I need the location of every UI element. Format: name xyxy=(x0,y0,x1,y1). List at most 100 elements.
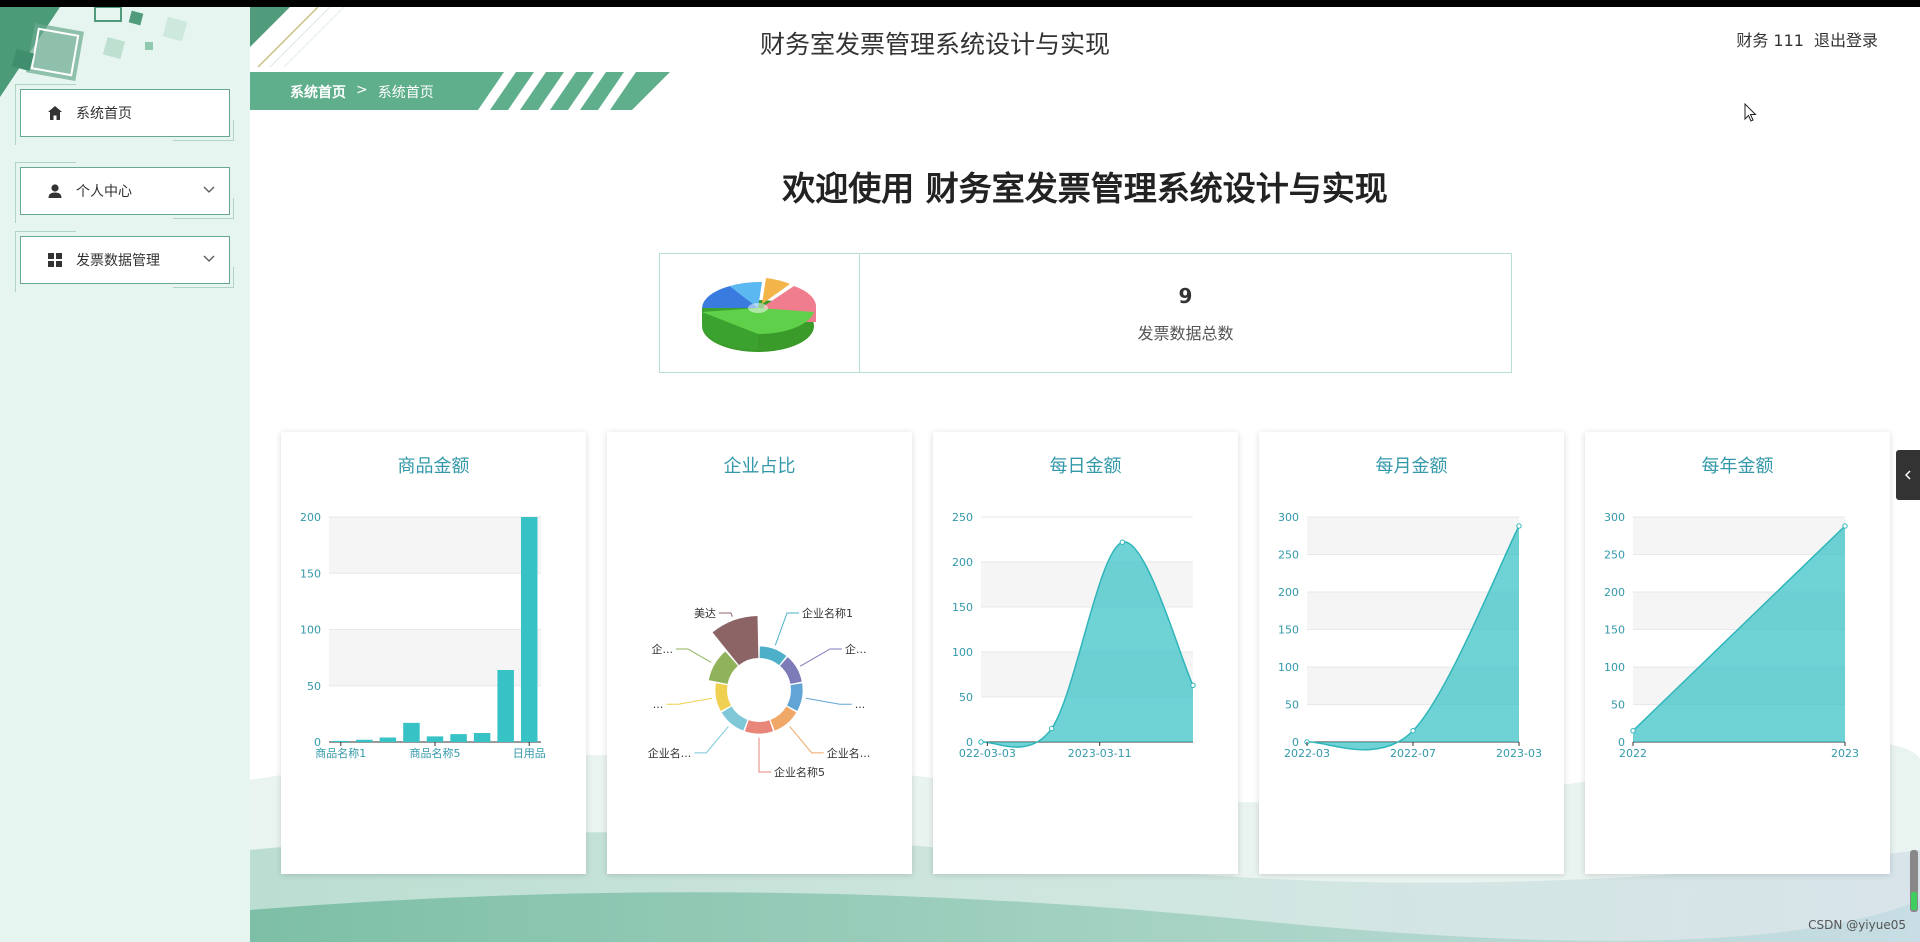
mouse-cursor-icon xyxy=(1744,103,1757,122)
rose-pie-chart: 企业名称1企......企业名...企业名称5企业名......企...美达 xyxy=(648,606,871,779)
app-title: 财务室发票管理系统设计与实现 xyxy=(759,30,1110,59)
label-line xyxy=(675,648,712,663)
sidebar: 系统首页 个人中心 发票数据管理 xyxy=(0,7,250,942)
scroll-indicator[interactable] xyxy=(1910,850,1918,912)
bar xyxy=(497,670,514,742)
breadcrumb-separator: > xyxy=(356,82,368,98)
header: 财务室发票管理系统设计与实现 财务 111 退出登录 xyxy=(250,7,1920,67)
data-point xyxy=(1048,725,1055,732)
bar xyxy=(450,734,467,742)
stat-value: 9 xyxy=(1178,284,1193,308)
y-tick-label: 300 xyxy=(1604,511,1625,524)
user-icon xyxy=(46,182,64,200)
data-point xyxy=(1119,539,1126,545)
x-tick-label: 022-03-03 xyxy=(959,747,1016,760)
label-line xyxy=(666,697,713,705)
bar xyxy=(426,736,444,742)
data-point xyxy=(1516,523,1522,529)
data-point xyxy=(1842,523,1848,529)
pie-chart-icon xyxy=(660,254,860,372)
bar xyxy=(403,722,420,742)
label-line xyxy=(805,697,852,705)
slice-label: 企业名... xyxy=(648,746,692,760)
bar xyxy=(520,517,538,742)
sidebar-item-label: 系统首页 xyxy=(76,106,132,122)
slice-label: 企... xyxy=(651,642,673,656)
y-tick-label: 150 xyxy=(300,567,321,580)
slice-label: 美达 xyxy=(694,607,716,620)
grid-band xyxy=(1633,517,1845,555)
logout-button[interactable]: 退出登录 xyxy=(1814,27,1878,51)
y-tick-label: 50 xyxy=(307,680,321,693)
slice-label: ... xyxy=(653,698,664,711)
rose-slice xyxy=(715,683,731,712)
y-tick-label: 250 xyxy=(1604,549,1625,562)
y-tick-label: 100 xyxy=(952,646,973,659)
x-tick-label: 日用品 xyxy=(513,747,546,760)
x-tick-label: 2022 xyxy=(1619,747,1647,760)
data-point xyxy=(978,739,984,745)
slice-label: 企业名称5 xyxy=(774,765,825,779)
y-tick-label: 150 xyxy=(1604,624,1625,637)
x-tick-label: 商品名称1 xyxy=(315,746,366,760)
slice-label: 企业名称1 xyxy=(802,606,853,620)
rose-slice xyxy=(770,706,797,731)
y-tick-label: 250 xyxy=(1278,549,1299,562)
rose-slice xyxy=(759,646,787,666)
breadcrumb-home[interactable]: 系统首页 xyxy=(290,82,346,102)
label-line xyxy=(774,612,800,646)
label-line xyxy=(758,737,771,773)
chevron-down-icon xyxy=(203,186,215,193)
x-tick-label: 商品名称5 xyxy=(410,746,461,760)
data-point xyxy=(1410,728,1416,734)
y-tick-label: 200 xyxy=(952,556,973,569)
label-line xyxy=(718,612,733,617)
y-tick-label: 100 xyxy=(1278,661,1299,674)
area-fill xyxy=(1307,526,1519,750)
sidebar-item-home[interactable]: 系统首页 xyxy=(15,84,234,145)
slice-label: 企... xyxy=(845,642,867,656)
sidebar-item-personal-center[interactable]: 个人中心 xyxy=(15,162,234,223)
x-tick-label: 2022-03 xyxy=(1284,747,1330,760)
slice-label: ... xyxy=(855,698,866,711)
y-tick-label: 150 xyxy=(952,601,973,614)
y-tick-label: 50 xyxy=(959,691,973,704)
rose-slice xyxy=(780,657,802,684)
sidebar-item-label: 个人中心 xyxy=(76,184,132,200)
y-tick-label: 300 xyxy=(1278,511,1299,524)
stat-label: 发票数据总数 xyxy=(1137,324,1234,343)
rose-slice xyxy=(744,720,774,734)
grid-icon xyxy=(46,251,64,269)
area-chart: 0501001502002503002022 2023 xyxy=(1604,511,1859,760)
breadcrumb: 系统首页 > 系统首页 xyxy=(250,72,670,110)
y-tick-label: 200 xyxy=(1604,586,1625,599)
home-icon xyxy=(46,104,64,122)
bar xyxy=(356,739,373,742)
chevron-down-icon xyxy=(203,255,215,262)
label-line xyxy=(694,726,729,754)
rose-slice xyxy=(721,706,748,731)
top-strip xyxy=(0,0,1920,7)
bar xyxy=(473,733,491,742)
x-tick-label: 2023 xyxy=(1831,747,1859,760)
bar xyxy=(332,740,350,742)
stat-card: 9 发票数据总数 xyxy=(659,253,1512,373)
area-fill xyxy=(1633,526,1845,742)
side-panel-toggle[interactable] xyxy=(1896,450,1920,500)
y-tick-label: 200 xyxy=(300,511,321,524)
sidebar-item-label: 发票数据管理 xyxy=(76,253,160,269)
y-tick-label: 150 xyxy=(1278,624,1299,637)
welcome-title: 欢迎使用 财务室发票管理系统设计与实现 xyxy=(782,169,1388,208)
data-point xyxy=(1190,682,1196,689)
rose-slice xyxy=(787,683,803,712)
sidebar-item-invoice-data[interactable]: 发票数据管理 xyxy=(15,231,234,292)
grid-band xyxy=(1307,517,1519,555)
username: 财务 111 xyxy=(1736,31,1804,50)
grid-band xyxy=(329,517,541,574)
bar xyxy=(379,737,397,742)
chart-card-product-amount: 商品金额 0 50 100 150 200 商品名称1 商品名称5 日用品 xyxy=(281,432,586,874)
slice-label: 企业名... xyxy=(827,746,871,760)
chart-card-monthly-amount: 每月金额 0 50 100 150 200 250 300 2022-03 2022-07 202… xyxy=(1259,432,1564,874)
y-tick-label: 50 xyxy=(1611,699,1625,712)
x-tick-label: 2022-07 xyxy=(1390,747,1436,760)
